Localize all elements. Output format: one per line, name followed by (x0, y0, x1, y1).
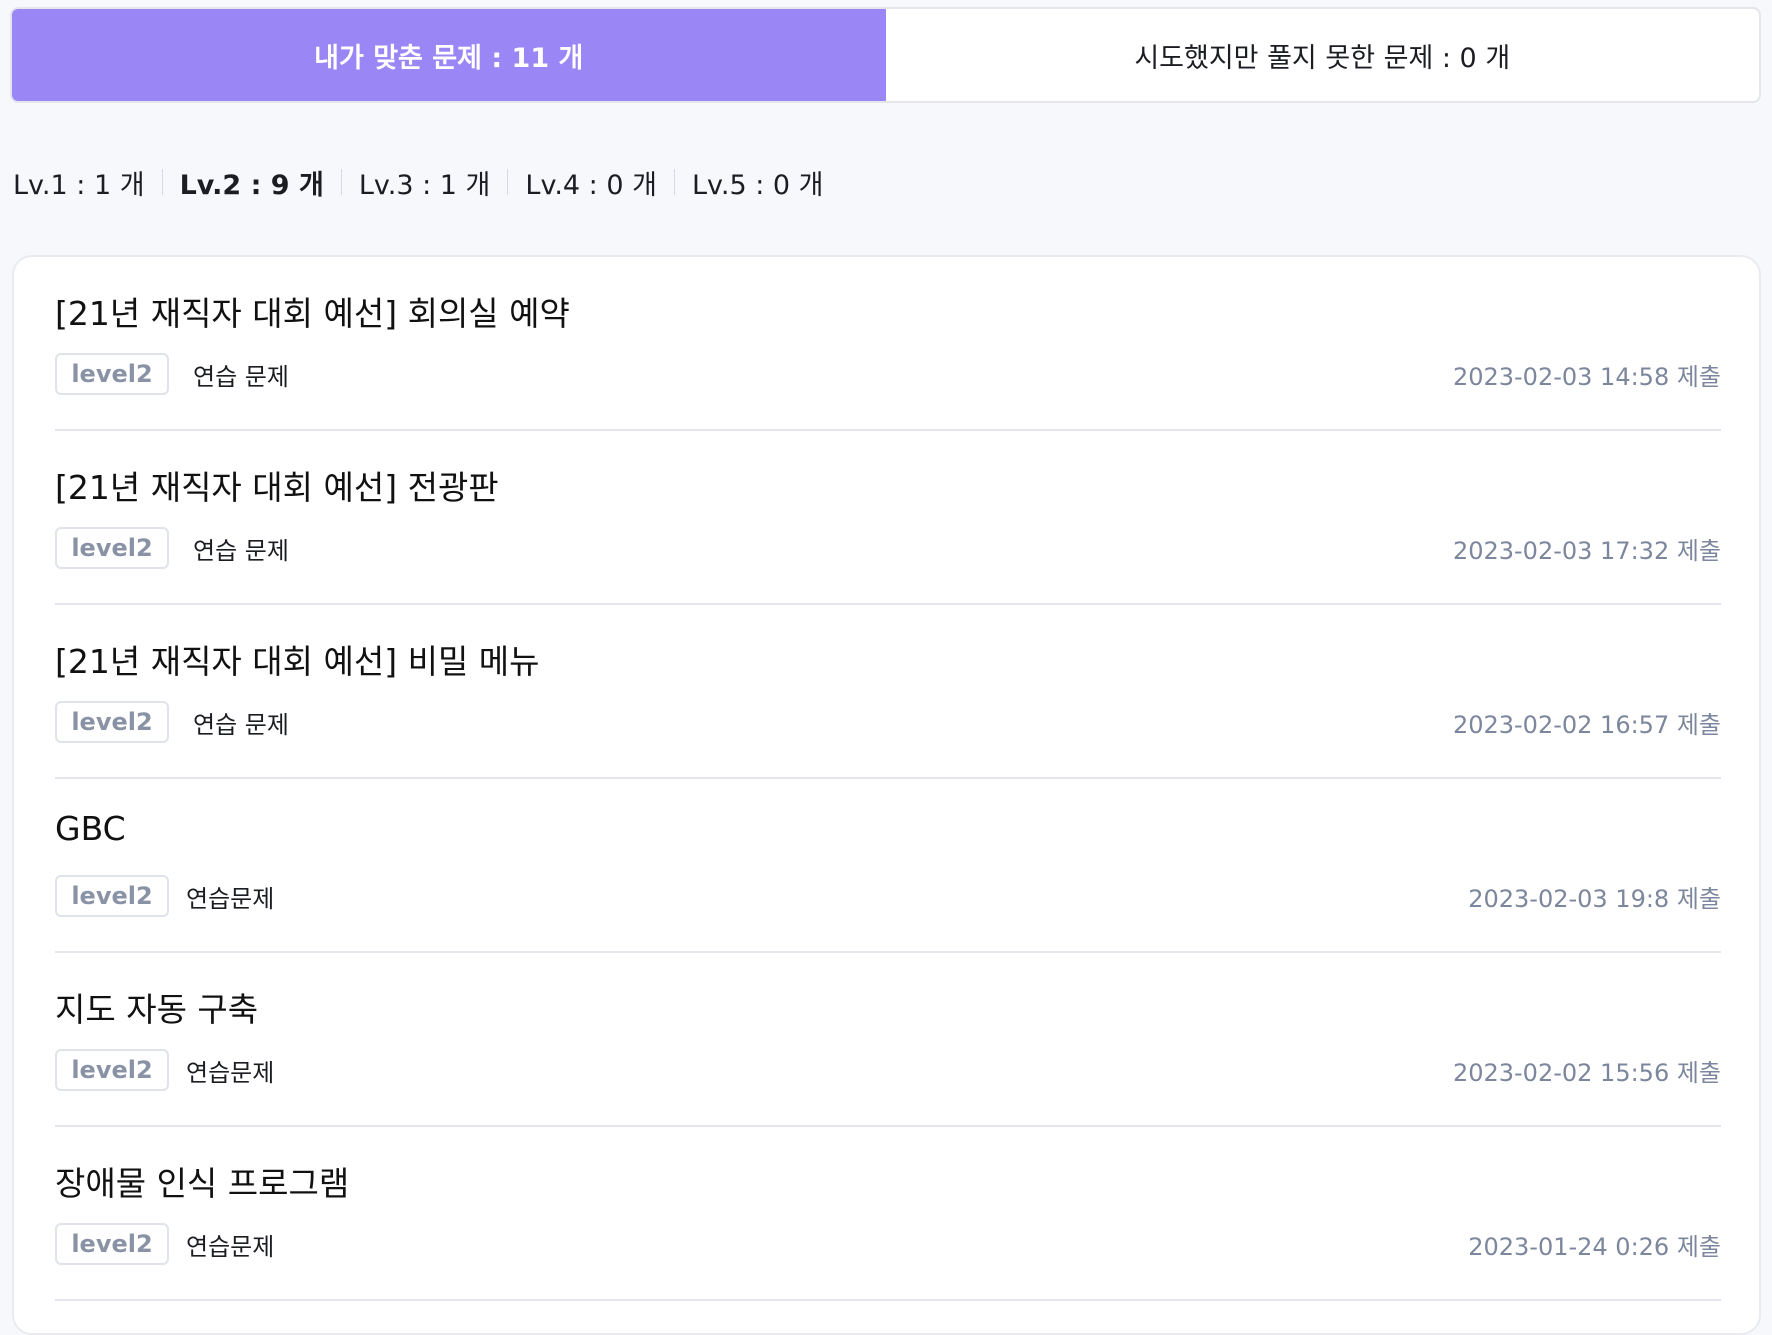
category-label: 연습 문제 (193, 362, 289, 391)
category-label: 연습문제 (186, 1058, 275, 1087)
list-item[interactable]: GBC level2 연습문제 2023-02-03 19:8 제출 (55, 779, 1721, 953)
submitted-date: 2023-01-24 0:26 제출 (1468, 1232, 1721, 1261)
divider (673, 169, 675, 195)
submitted-date: 2023-02-02 16:57 제출 (1452, 710, 1721, 739)
category-label: 연습 문제 (193, 710, 289, 739)
level-filter-lv3[interactable]: Lv.3 : 1 개 (359, 163, 491, 202)
level-badge: level2 (55, 1223, 169, 1265)
problem-title[interactable]: GBC (55, 809, 126, 848)
category-label: 연습 문제 (193, 536, 289, 565)
level-filter-lv4[interactable]: Lv.4 : 0 개 (525, 163, 657, 202)
level-filter-lv5[interactable]: Lv.5 : 0 개 (692, 163, 824, 202)
problem-list: [21년 재직자 대회 예선] 회의실 예약 level2 연습 문제 2023… (12, 255, 1761, 1335)
level-badge: level2 (55, 353, 169, 395)
divider (507, 169, 509, 195)
result-tabs: 내가 맞춘 문제 : 11 개 시도했지만 풀지 못한 문제 : 0 개 (10, 7, 1761, 103)
problem-title[interactable]: 지도 자동 구축 (55, 983, 258, 1031)
tab-solved[interactable]: 내가 맞춘 문제 : 11 개 (12, 9, 886, 101)
list-item[interactable]: [21년 재직자 대회 예선] 전광판 level2 연습 문제 2023-02… (55, 431, 1721, 605)
level-filter-lv1[interactable]: Lv.1 : 1 개 (13, 163, 145, 202)
category-label: 연습문제 (186, 884, 275, 913)
list-item[interactable]: [21년 재직자 대회 예선] 회의실 예약 level2 연습 문제 2023… (55, 257, 1721, 431)
level-badge: level2 (55, 527, 169, 569)
submitted-date: 2023-02-03 17:32 제출 (1452, 536, 1721, 565)
problem-title[interactable]: [21년 재직자 대회 예선] 회의실 예약 (55, 287, 570, 335)
level-badge: level2 (55, 1049, 169, 1091)
submitted-date: 2023-02-02 15:56 제출 (1452, 1058, 1721, 1087)
list-item[interactable]: [21년 재직자 대회 예선] 비밀 메뉴 level2 연습 문제 2023-… (55, 605, 1721, 779)
category-label: 연습문제 (186, 1232, 275, 1261)
level-filter: Lv.1 : 1 개 Lv.2 : 9 개 Lv.3 : 1 개 Lv.4 : … (13, 160, 824, 204)
level-filter-lv2[interactable]: Lv.2 : 9 개 (180, 163, 324, 202)
divider (161, 169, 163, 195)
level-badge: level2 (55, 701, 169, 743)
problem-title[interactable]: [21년 재직자 대회 예선] 비밀 메뉴 (55, 635, 540, 683)
list-item[interactable]: 지도 자동 구축 level2 연습문제 2023-02-02 15:56 제출 (55, 953, 1721, 1127)
tab-unsolved[interactable]: 시도했지만 풀지 못한 문제 : 0 개 (886, 9, 1760, 101)
submitted-date: 2023-02-03 19:8 제출 (1468, 884, 1721, 913)
problem-title[interactable]: [21년 재직자 대회 예선] 전광판 (55, 461, 499, 509)
problem-title[interactable]: 장애물 인식 프로그램 (55, 1157, 349, 1205)
divider (340, 169, 342, 195)
list-item[interactable]: 장애물 인식 프로그램 level2 연습문제 2023-01-24 0:26 … (55, 1127, 1721, 1301)
submitted-date: 2023-02-03 14:58 제출 (1452, 362, 1721, 391)
level-badge: level2 (55, 875, 169, 917)
